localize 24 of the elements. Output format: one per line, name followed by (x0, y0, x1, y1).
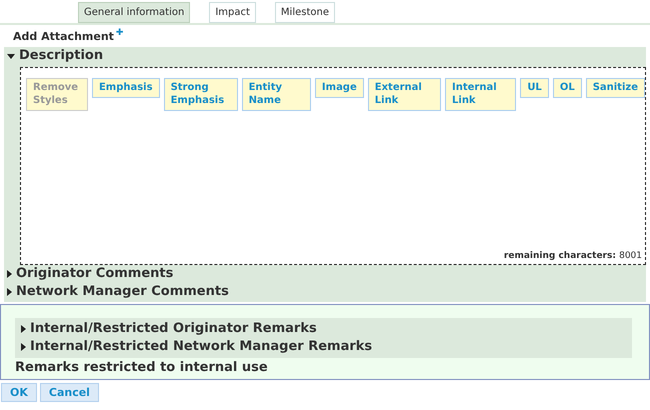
toolbar-button[interactable]: UL (520, 78, 549, 98)
toolbar-button[interactable]: Entity Name (242, 78, 311, 111)
remaining-characters-label: remaining characters: (504, 251, 616, 261)
plus-icon[interactable]: ✚ (116, 28, 124, 38)
toolbar-button[interactable]: External Link (368, 78, 442, 111)
remaining-characters-count: 8001 (619, 251, 642, 261)
add-attachment-link[interactable]: Add Attachment (13, 30, 114, 42)
section-header[interactable]: Network Manager Comments (4, 283, 646, 301)
dialog-button[interactable]: Cancel (40, 383, 99, 402)
toolbar-button[interactable]: Sanitize (586, 78, 645, 98)
tab[interactable]: General information (78, 2, 190, 23)
section-header[interactable]: Originator Comments (4, 265, 646, 283)
dialog-button[interactable]: OK (1, 383, 37, 402)
toolbar-button[interactable]: Emphasis (92, 78, 160, 98)
section-header[interactable]: Internal/Restricted Network Manager Remarks (15, 338, 632, 356)
toolbar-button[interactable]: Strong Emphasis (164, 78, 238, 111)
tab[interactable]: Impact (209, 2, 256, 23)
section-header[interactable]: Internal/Restricted Originator Remarks (15, 320, 632, 338)
toolbar-button[interactable]: OL (552, 78, 582, 98)
toolbar-button[interactable]: Image (314, 78, 364, 98)
section-header[interactable]: Description (4, 47, 646, 65)
internal-use-note: Remarks restricted to internal use (15, 360, 269, 375)
tab[interactable]: Milestone (274, 2, 335, 23)
toolbar-button[interactable]: Internal Link (445, 78, 516, 111)
